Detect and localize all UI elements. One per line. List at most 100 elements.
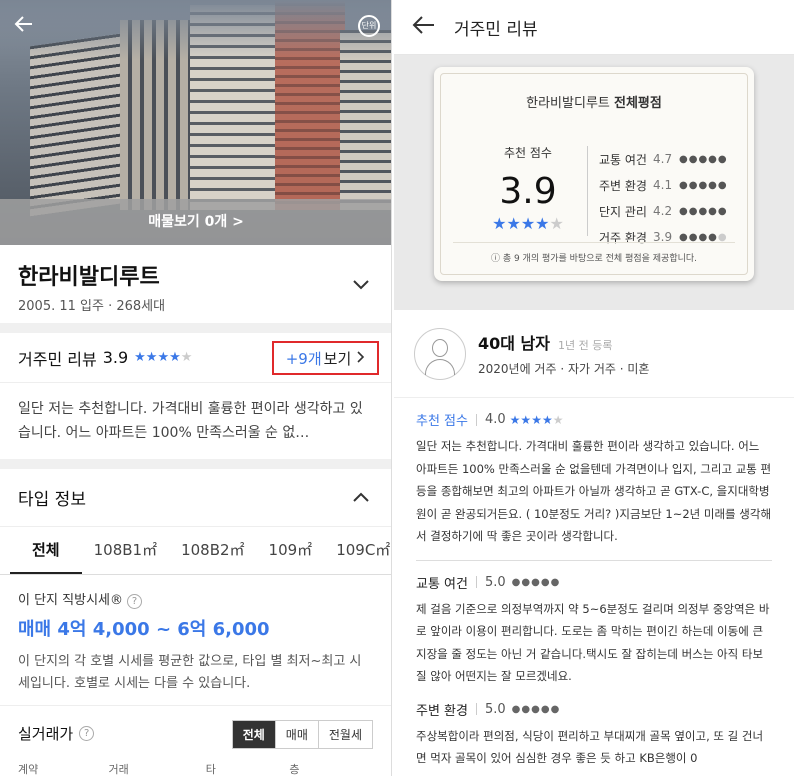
block-value: 4.0 <box>484 412 506 427</box>
type-tab[interactable]: 109㎡ <box>257 527 325 574</box>
chevron-down-icon[interactable] <box>353 275 369 294</box>
filter-all[interactable]: 전체 <box>232 721 275 748</box>
category-row: 단지 관리 4.2 ●●●●● <box>599 198 728 224</box>
type-info-title: 타입 정보 <box>18 490 86 510</box>
help-icon[interactable]: ? <box>79 726 95 741</box>
market-price-value: 매매 4억 4,000 ~ 6억 6,000 <box>18 619 270 640</box>
type-tab[interactable]: 109C㎡ <box>324 527 391 574</box>
more-reviews-button[interactable]: +9개 보기 <box>272 341 379 375</box>
real-transaction-title: 실거래가 <box>18 725 74 743</box>
resident-review-header: 거주민 리뷰 3.9 ★★★★★ +9개 보기 <box>0 333 391 383</box>
more-reviews-label: 보기 <box>323 349 352 368</box>
category-value: 4.1 <box>653 178 673 192</box>
rating-dots: ●●●●● <box>679 231 728 243</box>
transaction-filter: 전체 매매 전월세 <box>231 720 373 749</box>
separator <box>475 576 477 588</box>
review-label: 거주민 리뷰 <box>18 349 97 369</box>
separator <box>475 413 477 426</box>
column-header: 거래가격 <box>108 763 129 775</box>
card-title-name: 한라비발디루트 <box>526 96 610 111</box>
rating-dots: ●●●●● <box>511 576 561 588</box>
chevron-right-icon <box>357 349 365 367</box>
rating-dots: ●●●●● <box>679 153 728 165</box>
review-block-header: 추천 점수 4.0 ★★★★★ <box>416 410 772 429</box>
review-top-bar: 거주민 리뷰 <box>394 0 794 55</box>
category-name: 교통 여건 <box>599 152 647 167</box>
apartment-title-section: 한라비발디루트 2005. 11 입주 · 268세대 <box>0 245 391 323</box>
market-price-label: 이 단지 직방시세® <box>18 593 123 608</box>
reviewer-header: 40대 남자 1년 전 등록 2020년에 거주 · 자가 거주 · 미혼 <box>394 310 794 398</box>
back-arrow-icon[interactable] <box>412 13 436 41</box>
market-price-label-row: 이 단지 직방시세®? <box>18 589 373 609</box>
star-empty-icon: ★ <box>180 350 193 365</box>
block-label: 주변 환경 <box>416 703 468 719</box>
card-title-suffix: 전체평점 <box>614 96 662 111</box>
apartment-subinfo: 2005. 11 입주 · 268세대 <box>18 299 166 314</box>
recommend-score-box: 추천 점수 3.9 ★★★★★ <box>463 144 593 233</box>
type-tabs: 전체 108B1㎡ 108B2㎡ 109㎡ 109C㎡ <box>0 527 391 575</box>
review-score: 3.9 <box>102 348 129 367</box>
market-price-section: 이 단지 직방시세®? 매매 4억 4,000 ~ 6억 6,000 이 단지의… <box>0 575 391 695</box>
back-arrow-icon[interactable] <box>12 12 38 38</box>
review-text: 주상복합이라 편의점, 식당이 편리하고 부대찌개 골목 옆이고, 또 길 건너… <box>416 728 764 766</box>
overall-stars: ★★★★★ <box>463 214 593 233</box>
rating-summary-area: 한라비발디루트 전체평점 추천 점수 3.9 ★★★★★ 교통 여건 4.7 ●… <box>394 55 794 310</box>
category-row: 교통 여건 4.7 ●●●●● <box>599 146 728 172</box>
rating-stars: ★★★★★ <box>509 412 564 427</box>
star-icon: ★★★★ <box>492 214 550 233</box>
overall-score: 3.9 <box>499 171 557 212</box>
real-transaction-header: 실거래가 ? 전체 매매 전월세 <box>0 705 391 761</box>
transaction-table-header: 계약일 거래가격 타입 층수 <box>0 761 391 775</box>
avatar-body <box>425 358 455 375</box>
view-listings-button[interactable]: 매물보기 0개 > <box>0 199 391 245</box>
category-name: 단지 관리 <box>599 204 647 219</box>
column-header: 타입 <box>205 763 216 775</box>
category-value: 4.2 <box>653 204 673 218</box>
avatar <box>414 327 466 380</box>
type-tab[interactable]: 108B1㎡ <box>82 527 169 574</box>
recommend-label: 추천 점수 <box>504 146 552 160</box>
review-text: 제 걸음 기준으로 의정부역까지 약 5~6분정도 걸리며 의정부 중앙역은 바… <box>416 601 770 684</box>
avatar-head <box>432 338 448 357</box>
filter-sale[interactable]: 매매 <box>274 721 318 748</box>
rating-dots: ●●●●● <box>679 179 728 191</box>
market-price-description: 이 단지의 각 호별 시세를 평균한 값으로, 타입 별 최저~최고 시세입니다… <box>18 654 362 691</box>
card-title: 한라비발디루트 전체평점 <box>441 74 747 111</box>
review-block-header: 교통 여건 5.0 ●●●●● <box>416 573 772 592</box>
type-info-header[interactable]: 타입 정보 <box>0 469 391 527</box>
resident-review-panel: 거주민 리뷰 한라비발디루트 전체평점 추천 점수 3.9 ★★★★★ 교통 여… <box>394 0 794 776</box>
rating-summary-card: 한라비발디루트 전체평점 추천 점수 3.9 ★★★★★ 교통 여건 4.7 ●… <box>434 67 754 281</box>
apartment-detail-panel: 단위 매물보기 0개 > 한라비발디루트 2005. 11 입주 · 268세대… <box>0 0 392 776</box>
reviewer-name: 40대 남자 <box>478 334 550 353</box>
star-icon: ★★★★ <box>134 350 181 365</box>
review-block-recommend: 추천 점수 4.0 ★★★★★ 일단 저는 추천합니다. 가격대비 훌륭한 편이… <box>394 398 794 561</box>
sky <box>0 0 391 60</box>
help-icon[interactable]: ? <box>127 594 142 609</box>
column-header: 층수 <box>289 763 300 775</box>
review-date: 1년 전 등록 <box>558 339 613 352</box>
filter-rent[interactable]: 전월세 <box>317 721 372 748</box>
block-value: 5.0 <box>484 574 506 590</box>
unit-toggle-icon[interactable]: 단위 <box>358 15 380 37</box>
rating-card-inner: 한라비발디루트 전체평점 추천 점수 3.9 ★★★★★ 교통 여건 4.7 ●… <box>440 73 748 275</box>
type-tab[interactable]: 108B2㎡ <box>169 527 256 574</box>
type-tab-all[interactable]: 전체 <box>10 527 82 574</box>
block-label: 교통 여건 <box>416 576 468 592</box>
review-preview[interactable]: 일단 저는 추천합니다. 가격대비 훌륭한 편이라 생각하고 있습니다. 어느 … <box>0 383 391 459</box>
review-block-header: 주변 환경 5.0 ●●●●● <box>416 700 772 719</box>
review-block-transport: 교통 여건 5.0 ●●●●● 제 걸음 기준으로 의정부역까지 약 5~6분정… <box>394 561 794 688</box>
block-label: 추천 점수 <box>416 414 468 429</box>
section-divider <box>0 459 391 469</box>
rating-note: ⓘ 총 9 개의 평가를 바탕으로 전체 평점을 제공합니다. <box>453 242 735 264</box>
apartment-photo: 단위 매물보기 0개 > <box>0 0 391 245</box>
category-row: 주변 환경 4.1 ●●●●● <box>599 172 728 198</box>
chevron-up-icon[interactable] <box>353 487 369 506</box>
section-divider <box>0 323 391 333</box>
block-value: 5.0 <box>484 701 506 717</box>
card-divider <box>587 146 588 236</box>
reviewer-meta: 2020년에 거주 · 자가 거주 · 미혼 <box>478 362 650 376</box>
apartment-name: 한라비발디루트 <box>18 265 160 290</box>
rating-dots: ●●●●● <box>679 205 728 217</box>
review-text: 일단 저는 추천합니다. 가격대비 훌륭한 편이라 생각하고 있습니다. 어느 … <box>416 439 772 543</box>
rating-stars: ★★★★★ <box>134 350 192 365</box>
